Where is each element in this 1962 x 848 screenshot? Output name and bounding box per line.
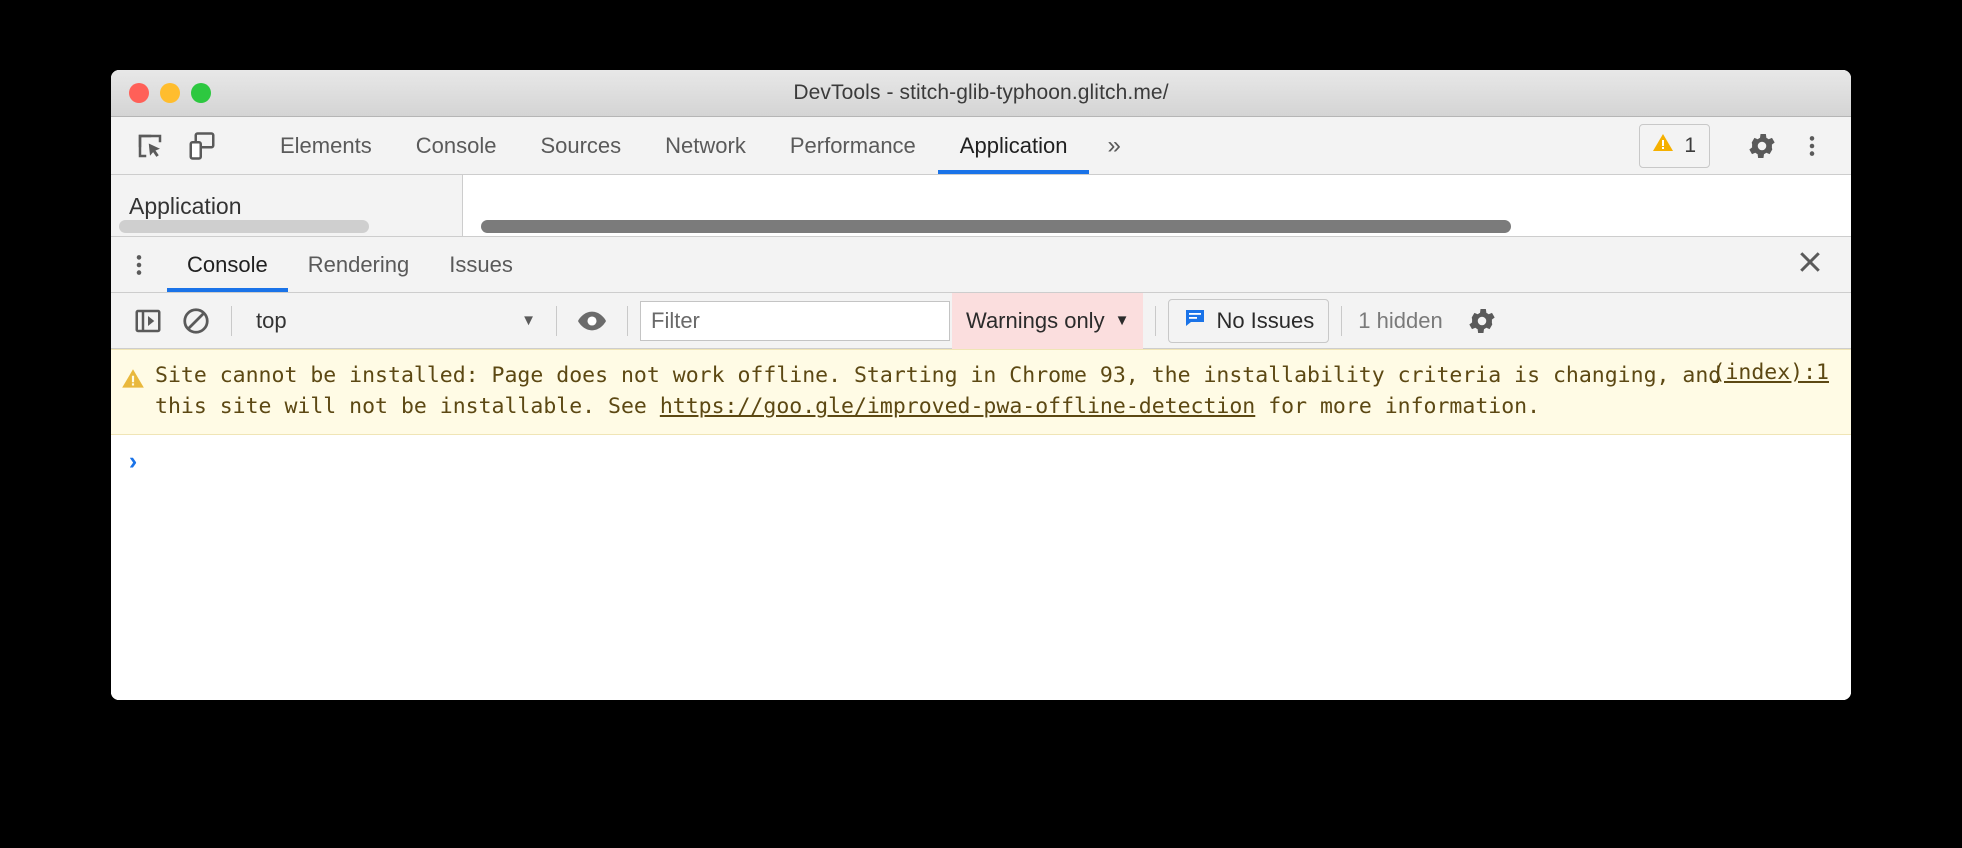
title-bar: DevTools - stitch-glib-typhoon.glitch.me… <box>111 70 1851 117</box>
tab-label: Application <box>959 132 1068 158</box>
log-level-select[interactable]: Warnings only ▼ <box>952 292 1144 349</box>
devtools-window: DevTools - stitch-glib-typhoon.glitch.me… <box>111 70 1851 700</box>
devtools-tab-bar: Elements Console Sources Network Perform… <box>111 117 1851 175</box>
tab-label: Elements <box>280 132 372 158</box>
tab-performance[interactable]: Performance <box>768 117 938 174</box>
application-panel-clipped: Application <box>111 175 1851 237</box>
tab-network[interactable]: Network <box>643 117 768 174</box>
toolbar-divider <box>627 305 628 336</box>
close-icon <box>1795 247 1825 282</box>
tab-bar-left-icons <box>111 117 258 174</box>
warning-count: 1 <box>1684 133 1696 157</box>
toolbar-divider <box>556 305 557 336</box>
drawer-menu-icon[interactable] <box>111 237 167 292</box>
device-toolbar-icon[interactable] <box>179 123 225 169</box>
tab-application[interactable]: Application <box>937 117 1090 174</box>
toolbar-divider <box>231 305 232 336</box>
zoom-window-button[interactable] <box>191 83 211 103</box>
toolbar-divider <box>1341 305 1343 336</box>
tab-bar-right-icons: 1 <box>1639 117 1851 174</box>
warning-triangle-icon <box>1651 131 1675 161</box>
message-text-after-link: for more information. <box>1255 394 1541 419</box>
toolbar-divider <box>1155 305 1157 336</box>
sidebar-horizontal-scrollbar[interactable] <box>119 220 369 233</box>
tab-console[interactable]: Console <box>394 117 519 174</box>
console-sidebar-icon[interactable] <box>125 298 171 344</box>
issues-button[interactable]: No Issues <box>1168 298 1330 343</box>
message-external-link[interactable]: https://goo.gle/improved-pwa-offline-det… <box>660 394 1255 419</box>
console-prompt-row[interactable]: › <box>111 435 1851 475</box>
console-toolbar: top ▼ Warnings only ▼ <box>111 292 1851 349</box>
execution-context-select[interactable]: top ▼ <box>244 308 544 334</box>
warning-triangle-icon <box>111 360 155 422</box>
gear-icon[interactable] <box>1739 123 1785 169</box>
chevron-down-icon: ▼ <box>521 312 536 329</box>
hidden-messages-count: 1 hidden <box>1358 307 1443 333</box>
warning-count-badge[interactable]: 1 <box>1639 123 1710 168</box>
tab-label: Network <box>665 132 746 158</box>
chevron-down-icon: ▼ <box>1114 312 1130 329</box>
message-source-link[interactable]: (index):1 <box>1713 360 1830 385</box>
kebab-menu-icon[interactable] <box>1789 123 1835 169</box>
drawer-tab-issues[interactable]: Issues <box>429 237 533 292</box>
console-message-list[interactable]: Site cannot be installed: Page does not … <box>111 349 1851 700</box>
tab-label: Sources <box>540 132 622 158</box>
drawer: Console Rendering Issues top ▼ Filter Wa… <box>111 237 1851 700</box>
tab-label: Performance <box>789 132 916 158</box>
more-tabs-button[interactable]: » <box>1089 117 1138 174</box>
window-title: DevTools - stitch-glib-typhoon.glitch.me… <box>793 81 1169 104</box>
drawer-tab-bar: Console Rendering Issues <box>111 237 1851 293</box>
drawer-tab-rendering[interactable]: Rendering <box>288 237 430 292</box>
tab-label: Console <box>415 132 497 158</box>
traffic-lights <box>129 83 211 103</box>
log-level-value: Warnings only <box>966 307 1105 333</box>
panel-tabs: Elements Console Sources Network Perform… <box>258 117 1639 174</box>
inspect-element-icon[interactable] <box>127 123 173 169</box>
drawer-tab-label: Rendering <box>307 251 410 277</box>
drawer-tab-console[interactable]: Console <box>167 237 288 292</box>
issues-label: No Issues <box>1216 307 1315 333</box>
clear-console-icon[interactable] <box>173 298 219 344</box>
tab-sources[interactable]: Sources <box>518 117 643 174</box>
execution-context-value: top <box>256 307 287 333</box>
warning-message-text: Site cannot be installed: Page does not … <box>155 360 1745 422</box>
live-expression-eye-icon[interactable] <box>569 298 615 344</box>
application-sidebar-label: Application <box>129 193 242 219</box>
close-window-button[interactable] <box>129 83 149 103</box>
console-warning-message[interactable]: Site cannot be installed: Page does not … <box>111 349 1851 435</box>
tab-elements[interactable]: Elements <box>258 117 394 174</box>
main-horizontal-scrollbar[interactable] <box>481 220 1511 233</box>
issues-message-icon <box>1183 306 1207 336</box>
minimize-window-button[interactable] <box>160 83 180 103</box>
drawer-tab-label: Console <box>187 251 268 277</box>
prompt-chevron-icon: › <box>128 447 138 475</box>
drawer-close-button[interactable] <box>1795 237 1851 292</box>
drawer-tab-label: Issues <box>449 251 513 277</box>
filter-input[interactable] <box>640 300 950 341</box>
console-settings-gear-icon[interactable] <box>1459 298 1505 344</box>
